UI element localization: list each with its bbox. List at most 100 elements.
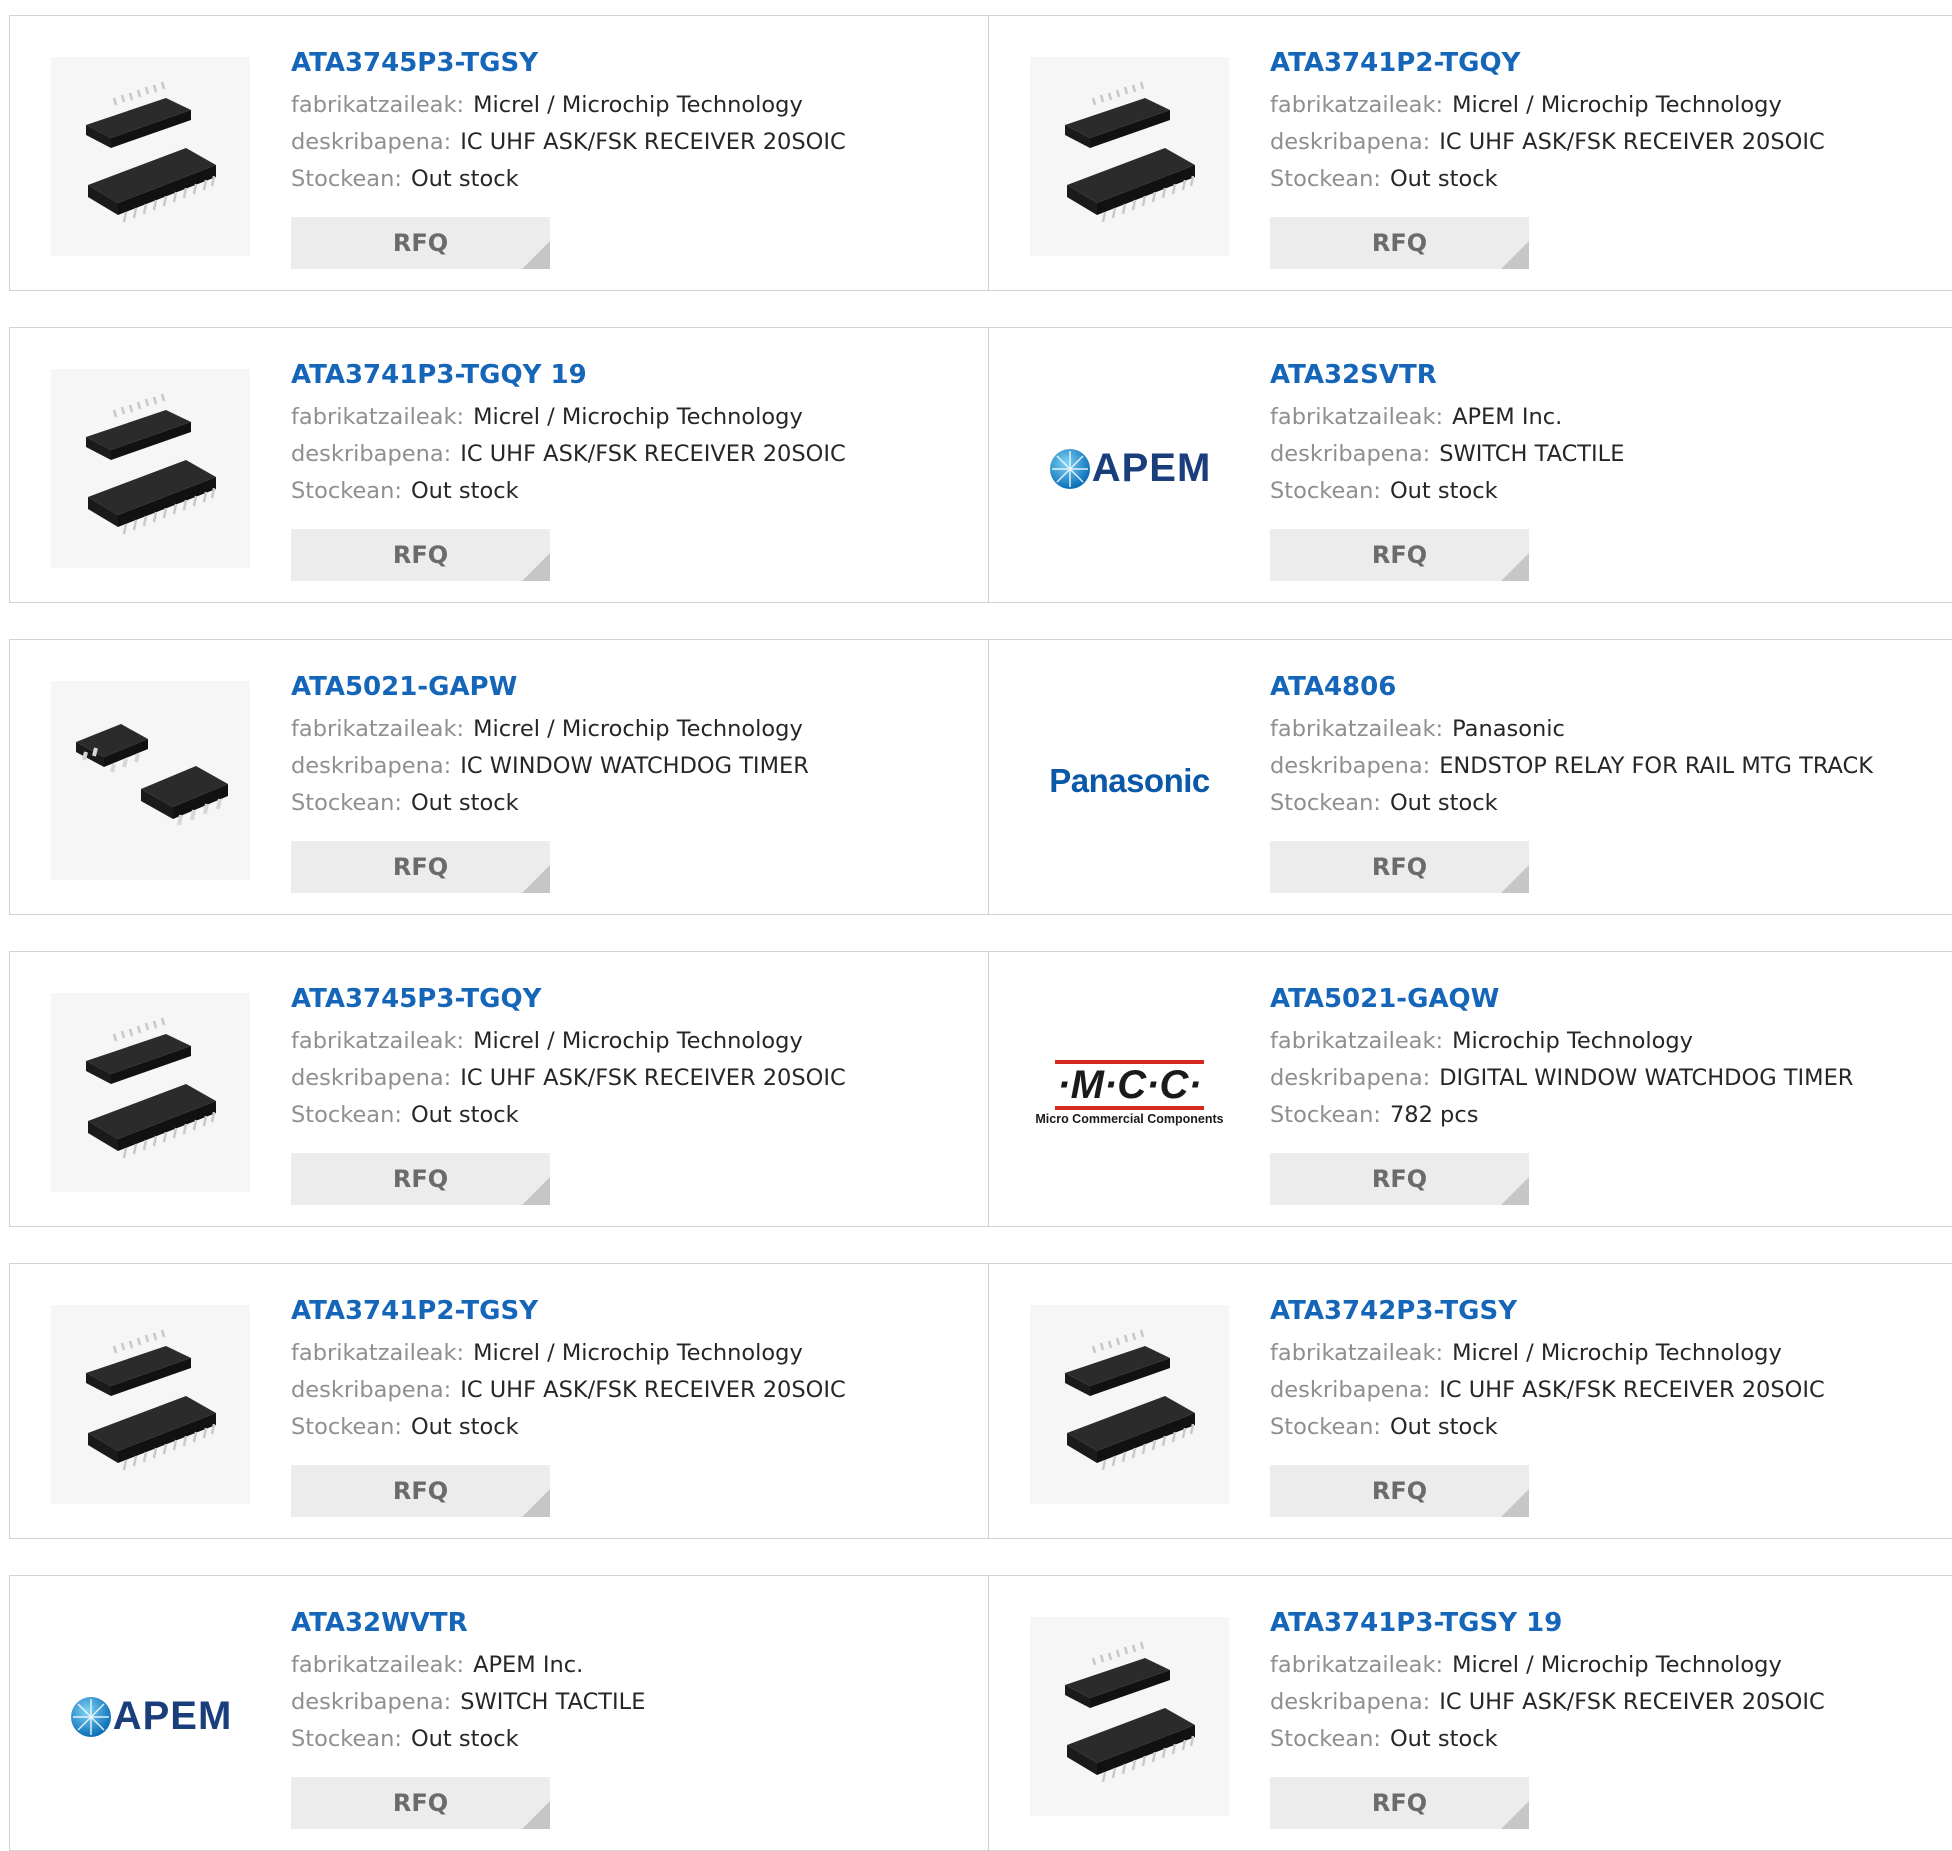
rfq-button[interactable]: RFQ (291, 1465, 550, 1517)
manufacturer-row: fabrikatzaileak: Micrel / Microchip Techn… (1270, 1647, 1952, 1684)
soic-20-chip-icon (66, 1318, 236, 1492)
rfq-button[interactable]: RFQ (291, 217, 550, 269)
product-image[interactable]: APEM (1030, 369, 1229, 568)
part-number-link[interactable]: ATA3741P2-TGSY (291, 1294, 978, 1328)
product-card: APEM ATA32SVTR fabrikatzaileak: APEM Inc.… (988, 327, 1952, 603)
part-number-link[interactable]: ATA32SVTR (1270, 358, 1952, 392)
manufacturer-label: fabrikatzaileak: (291, 1028, 465, 1054)
part-number-link[interactable]: ATA3742P3-TGSY (1270, 1294, 1952, 1328)
rfq-button[interactable]: RFQ (1270, 841, 1529, 893)
description-label: deskribapena: (1270, 1689, 1431, 1715)
product-grid: ATA3745P3-TGSY fabrikatzaileak: Micrel / … (0, 0, 1952, 1851)
description-row: deskribapena: IC UHF ASK/FSK RECEIVER 20S… (291, 124, 978, 161)
manufacturer-row: fabrikatzaileak: Micrel / Microchip Techn… (291, 1335, 978, 1372)
description-label: deskribapena: (1270, 753, 1431, 779)
manufacturer-row: fabrikatzaileak: Micrel / Microchip Techn… (1270, 1335, 1952, 1372)
manufacturer-label: fabrikatzaileak: (291, 92, 465, 118)
rfq-button[interactable]: RFQ (1270, 1777, 1529, 1829)
stock-label: Stockean: (291, 478, 402, 504)
part-number-link[interactable]: ATA3741P3-TGQY 19 (291, 358, 978, 392)
product-image[interactable]: Panasonic (1030, 681, 1229, 880)
rfq-button[interactable]: RFQ (1270, 1465, 1529, 1517)
stock-label: Stockean: (291, 166, 402, 192)
description-row: deskribapena: SWITCH TACTILE (1270, 436, 1952, 473)
description-value: ENDSTOP RELAY FOR RAIL MTG TRACK (1439, 753, 1874, 779)
description-value: IC UHF ASK/FSK RECEIVER 20SOIC (1439, 129, 1825, 155)
stock-value: Out stock (410, 166, 519, 192)
description-value: IC UHF ASK/FSK RECEIVER 20SOIC (1439, 1689, 1825, 1715)
soic-20-chip-icon (66, 382, 236, 556)
product-card: APEM ATA32WVTR fabrikatzaileak: APEM Inc.… (9, 1575, 989, 1851)
stock-row: Stockean: 782 pcs (1270, 1097, 1952, 1134)
description-row: deskribapena: IC UHF ASK/FSK RECEIVER 20S… (291, 436, 978, 473)
manufacturer-label: fabrikatzaileak: (1270, 404, 1444, 430)
mcc-logo-text: ·M·C·C· (1055, 1059, 1204, 1110)
description-label: deskribapena: (291, 753, 452, 779)
description-label: deskribapena: (291, 1377, 452, 1403)
product-card: ATA5021-GAPW fabrikatzaileak: Micrel / Mi… (9, 639, 989, 915)
manufacturer-row: fabrikatzaileak: APEM Inc. (1270, 399, 1952, 436)
rfq-button[interactable]: RFQ (291, 529, 550, 581)
stock-row: Stockean: Out stock (1270, 473, 1952, 510)
part-number-link[interactable]: ATA5021-GAQW (1270, 982, 1952, 1016)
part-number-link[interactable]: ATA5021-GAPW (291, 670, 978, 704)
rfq-button[interactable]: RFQ (291, 1153, 550, 1205)
manufacturer-value: Micrel / Microchip Technology (473, 404, 803, 430)
product-image[interactable] (51, 57, 250, 256)
product-image[interactable] (1030, 57, 1229, 256)
manufacturer-label: fabrikatzaileak: (1270, 1652, 1444, 1678)
apem-logo: APEM (1048, 446, 1212, 491)
description-label: deskribapena: (1270, 129, 1431, 155)
stock-label: Stockean: (1270, 1414, 1381, 1440)
manufacturer-value: Micrel / Microchip Technology (473, 1340, 803, 1366)
soic-20-chip-icon (66, 1006, 236, 1180)
part-number-link[interactable]: ATA3745P3-TGQY (291, 982, 978, 1016)
manufacturer-value: Micrel / Microchip Technology (1452, 92, 1782, 118)
manufacturer-label: fabrikatzaileak: (291, 1652, 465, 1678)
product-image[interactable] (1030, 1617, 1229, 1816)
manufacturer-value: APEM Inc. (473, 1652, 584, 1678)
part-number-link[interactable]: ATA3741P3-TGSY 19 (1270, 1606, 1952, 1640)
manufacturer-value: Micrel / Microchip Technology (1452, 1340, 1782, 1366)
rfq-button[interactable]: RFQ (1270, 217, 1529, 269)
part-number-link[interactable]: ATA3745P3-TGSY (291, 46, 978, 80)
stock-value: Out stock (1389, 790, 1498, 816)
product-image[interactable]: APEM (51, 1617, 250, 1816)
apem-logo-text: APEM (1091, 446, 1212, 490)
product-card: ·M·C·C· Micro Commercial Components ATA5… (988, 951, 1952, 1227)
soic-20-chip-icon (66, 70, 236, 244)
part-number-link[interactable]: ATA32WVTR (291, 1606, 978, 1640)
rfq-button[interactable]: RFQ (1270, 529, 1529, 581)
manufacturer-label: fabrikatzaileak: (1270, 716, 1444, 742)
description-value: IC WINDOW WATCHDOG TIMER (460, 753, 809, 779)
product-image[interactable] (51, 1305, 250, 1504)
stock-label: Stockean: (1270, 790, 1381, 816)
product-image[interactable]: ·M·C·C· Micro Commercial Components (1030, 993, 1229, 1192)
part-number-link[interactable]: ATA3741P2-TGQY (1270, 46, 1952, 80)
rfq-button[interactable]: RFQ (291, 841, 550, 893)
product-image[interactable] (1030, 1305, 1229, 1504)
stock-label: Stockean: (291, 790, 402, 816)
stock-value: 782 pcs (1389, 1102, 1479, 1128)
product-card: ATA3741P3-TGQY 19 fabrikatzaileak: Micrel… (9, 327, 989, 603)
manufacturer-label: fabrikatzaileak: (1270, 1028, 1444, 1054)
description-label: deskribapena: (291, 1689, 452, 1715)
product-image[interactable] (51, 681, 250, 880)
mcc-logo-tagline: Micro Commercial Components (1035, 1111, 1224, 1126)
rfq-button[interactable]: RFQ (1270, 1153, 1529, 1205)
panasonic-logo: Panasonic (1049, 761, 1210, 799)
stock-value: Out stock (1389, 1414, 1498, 1440)
manufacturer-row: fabrikatzaileak: Micrel / Microchip Techn… (291, 711, 978, 748)
manufacturer-value: APEM Inc. (1452, 404, 1563, 430)
stock-label: Stockean: (1270, 1726, 1381, 1752)
part-number-link[interactable]: ATA4806 (1270, 670, 1952, 704)
description-value: IC UHF ASK/FSK RECEIVER 20SOIC (1439, 1377, 1825, 1403)
description-row: deskribapena: ENDSTOP RELAY FOR RAIL MTG … (1270, 748, 1952, 785)
description-row: deskribapena: IC UHF ASK/FSK RECEIVER 20S… (291, 1060, 978, 1097)
rfq-button[interactable]: RFQ (291, 1777, 550, 1829)
product-card: ATA3745P3-TGSY fabrikatzaileak: Micrel / … (9, 15, 989, 291)
description-row: deskribapena: IC UHF ASK/FSK RECEIVER 20S… (1270, 1684, 1952, 1721)
product-image[interactable] (51, 993, 250, 1192)
product-image[interactable] (51, 369, 250, 568)
soic-20-chip-icon (1045, 1630, 1215, 1804)
